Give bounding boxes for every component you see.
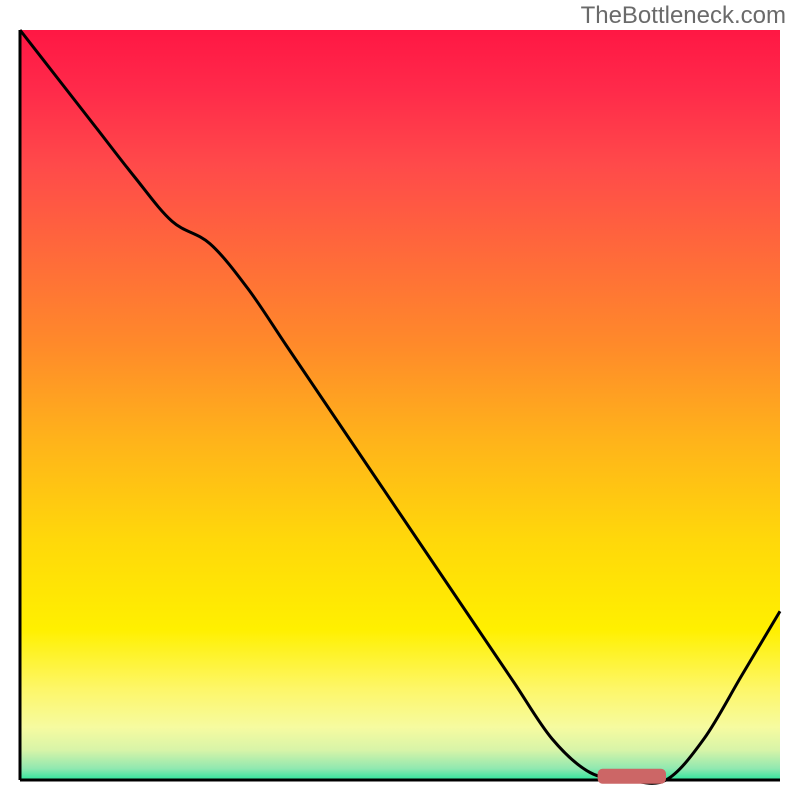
- plot-background: [20, 30, 780, 780]
- chart-container: TheBottleneck.com: [0, 0, 800, 800]
- watermark-text: TheBottleneck.com: [581, 2, 786, 30]
- optimal-marker: [598, 769, 666, 784]
- bottleneck-chart: [0, 0, 800, 800]
